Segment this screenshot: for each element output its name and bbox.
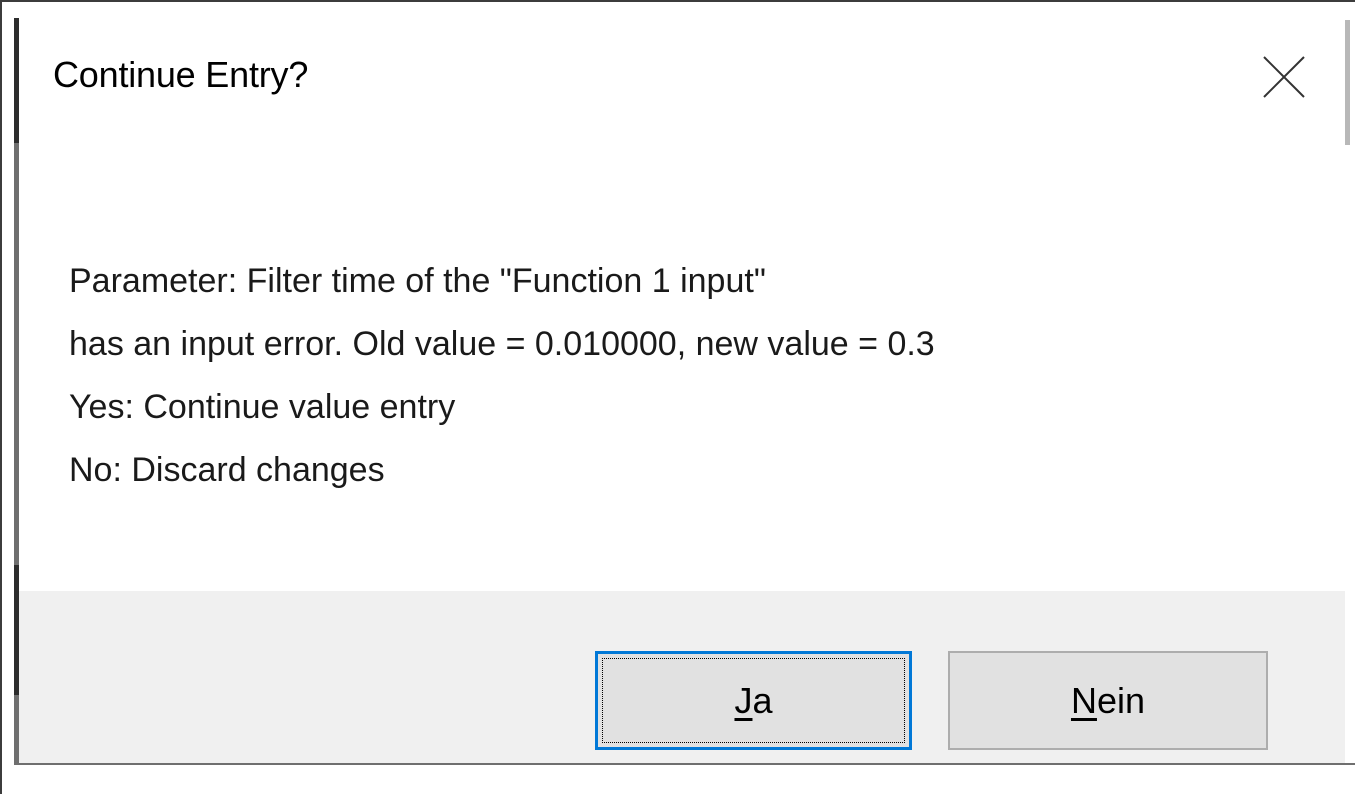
no-button-label-rest: ein <box>1096 679 1146 721</box>
screen: Continue Entry? Parameter: Filter time o… <box>0 0 1355 794</box>
dialog-title: Continue Entry? <box>53 54 309 95</box>
no-button-label: Nein <box>1071 680 1145 722</box>
focus-rectangle <box>602 658 905 743</box>
dialog-button-bar: Ja Nein <box>19 591 1345 763</box>
yes-button[interactable]: Ja <box>595 651 912 750</box>
message-line: has an input error. Old value = 0.010000… <box>69 325 935 363</box>
dialog-message: Parameter: Filter time of the "Function … <box>69 250 935 502</box>
background-window-left-edge <box>0 0 2 794</box>
background-window-top-edge <box>0 0 1355 2</box>
close-button[interactable] <box>1239 32 1329 122</box>
no-button-mnemonic: N <box>1070 679 1097 721</box>
message-line: Parameter: Filter time of the "Function … <box>69 262 766 300</box>
no-button[interactable]: Nein <box>948 651 1268 750</box>
close-icon <box>1263 56 1305 98</box>
message-line: Yes: Continue value entry <box>69 388 456 426</box>
background-scrollbar-thumb[interactable] <box>1345 20 1350 145</box>
continue-entry-dialog: Continue Entry? Parameter: Filter time o… <box>19 18 1345 763</box>
background-window-bottom-edge <box>14 763 1355 765</box>
message-line: No: Discard changes <box>69 451 385 489</box>
